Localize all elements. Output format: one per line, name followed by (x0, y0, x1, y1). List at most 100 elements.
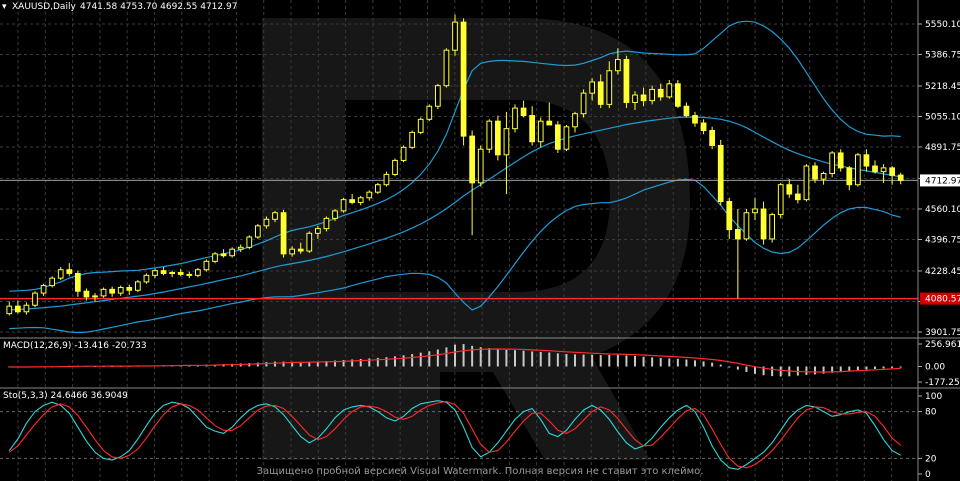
candle-body-bullish (572, 113, 578, 128)
candle-body-bullish (803, 165, 810, 201)
macd-histogram-bar (659, 358, 662, 367)
candle-body-bullish (512, 107, 518, 130)
candle-body-bearish (66, 269, 73, 274)
candle-body-bullish (340, 199, 347, 212)
candle-body-bearish (812, 165, 818, 180)
candle-body-bullish (212, 253, 218, 262)
candle-body-bearish (546, 120, 553, 126)
macd-histogram-bar (865, 366, 868, 370)
macd-histogram-bar (496, 349, 499, 367)
candle-body-bearish (529, 115, 535, 143)
candle (409, 130, 415, 150)
candle-body-bullish (666, 83, 673, 98)
candle-body-bearish (760, 208, 767, 240)
candle-body-bullish (777, 184, 784, 216)
candle (769, 212, 775, 243)
price-tick-label: 5055.10 (925, 112, 960, 122)
candle-body-bearish (657, 88, 664, 98)
macd-histogram-bar (719, 364, 722, 367)
candle-body-bullish (743, 212, 750, 240)
candle-body-bearish (675, 83, 681, 107)
candle-body-bullish (289, 248, 295, 255)
candle-body-bullish (143, 274, 150, 283)
macd-histogram-bar (651, 357, 654, 367)
macd-histogram-bar (882, 366, 885, 369)
chart-canvas: 5550.105386.755218.455055.104891.754723.… (0, 0, 960, 481)
candle (375, 182, 381, 195)
macd-histogram-bar (531, 351, 534, 367)
macd-histogram-bar (436, 349, 439, 367)
macd-histogram-bar (634, 355, 636, 367)
candle-body-bullish (580, 92, 587, 115)
candle-body-bullish (246, 236, 253, 248)
candle-body-bullish (400, 146, 407, 161)
candle-body-bearish (700, 122, 707, 132)
candle (203, 259, 210, 272)
candle-body-bullish (537, 120, 544, 143)
candle (855, 152, 861, 187)
candle-body-bearish (469, 135, 475, 184)
candle-body-bullish (392, 159, 398, 175)
macd-histogram-bar (676, 358, 679, 367)
candle-body-bullish (135, 281, 141, 291)
candle-body-bearish (460, 21, 467, 137)
candle-body-bullish (503, 128, 510, 156)
candle-body-bullish (263, 218, 270, 227)
macd-histogram-bar (514, 350, 516, 367)
candle-body-bearish (126, 286, 133, 291)
candle (777, 182, 784, 219)
candle (803, 164, 810, 202)
candle-body-bullish (237, 246, 244, 250)
macd-histogram-bar (522, 350, 525, 367)
candle (837, 149, 844, 172)
macd-histogram-bar (668, 358, 671, 367)
candle-body-bearish (846, 167, 853, 186)
candle-body-bearish (863, 154, 870, 167)
candle-body-bearish (15, 305, 21, 313)
macd-histogram-bar (274, 361, 276, 367)
macd-histogram-bar (394, 356, 396, 367)
stochastic-tick-label: 0 (925, 470, 931, 480)
candle-body-bearish (795, 193, 801, 201)
macd-histogram-bar (265, 362, 268, 367)
candle-body-bearish (220, 253, 227, 257)
candle-body-bullish (563, 126, 570, 150)
macd-histogram-bar (462, 344, 465, 367)
candle-body-bullish (426, 105, 433, 120)
stochastic-tick-label: 20 (925, 454, 937, 464)
candle-body-bearish (160, 270, 167, 274)
macd-histogram-bar (779, 366, 782, 377)
candle-body-bullish (92, 295, 98, 298)
candle (623, 55, 630, 109)
candle (495, 115, 501, 161)
candle (143, 273, 150, 284)
candle-body-bearish (349, 199, 355, 203)
candle (829, 151, 835, 178)
macd-histogram-bar (565, 354, 568, 367)
candle-body-bullish (49, 277, 55, 287)
candle-body-bullish (23, 304, 30, 313)
macd-histogram-bar (454, 344, 456, 367)
candle (32, 291, 38, 308)
macd-histogram-bar (539, 351, 542, 367)
candle (280, 209, 287, 258)
candle-body-bearish (640, 94, 647, 102)
candle (743, 209, 750, 241)
candle-body-bullish (152, 270, 158, 276)
macd-histogram-bar (814, 366, 816, 375)
candle-body-bearish (889, 167, 895, 176)
candle (580, 89, 587, 118)
price-tick-label: 4228.45 (925, 267, 960, 277)
candle-body-bearish (735, 229, 741, 240)
macd-histogram-bar (385, 357, 388, 367)
macd-histogram-bar (548, 352, 551, 367)
macd-histogram-bar (874, 366, 876, 369)
candle-body-bearish (186, 273, 193, 276)
candle-body-bullish (452, 21, 458, 51)
candle-body-bullish (117, 286, 124, 294)
macd-histogram-bar (488, 348, 491, 367)
macd-histogram-bar (805, 366, 808, 375)
candle (306, 231, 313, 253)
candle-body-bullish (606, 70, 613, 105)
macd-histogram-bar (591, 354, 594, 367)
